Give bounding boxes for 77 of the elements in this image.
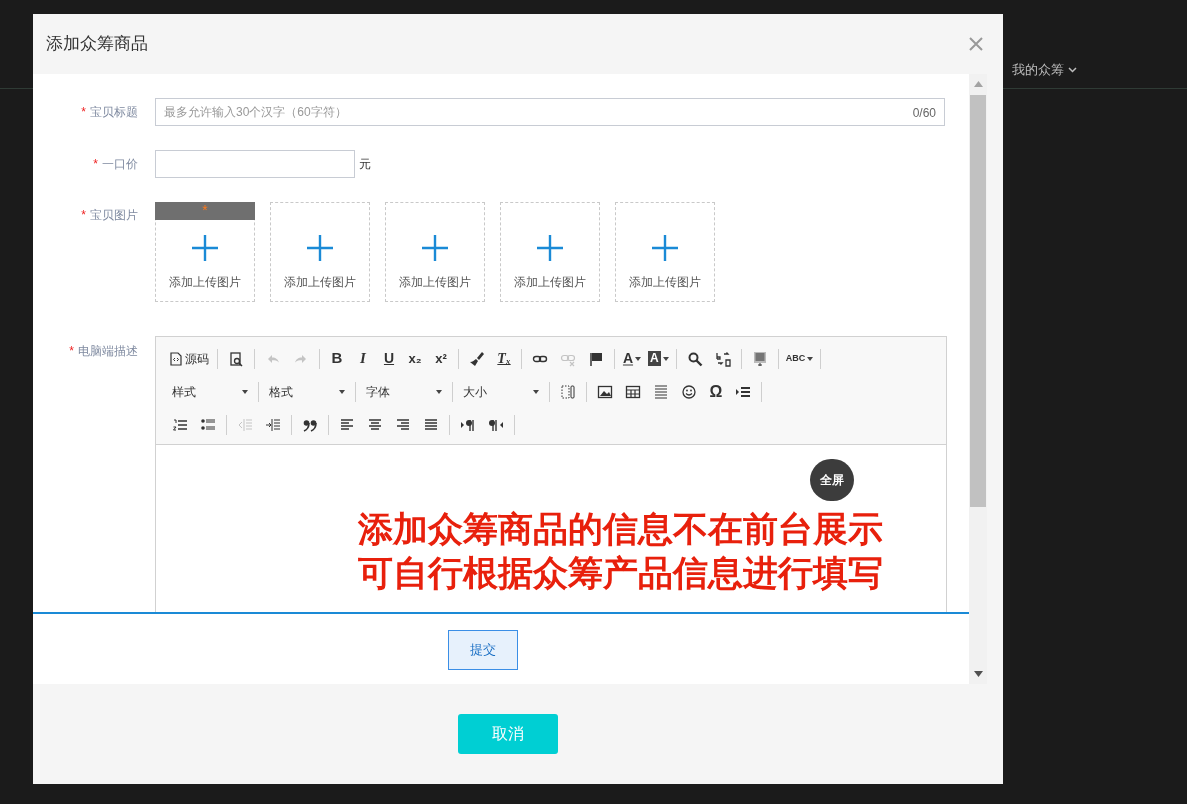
- align-right-icon[interactable]: [395, 416, 411, 433]
- align-left-icon[interactable]: [339, 416, 355, 433]
- field-label: 一口价: [102, 156, 138, 173]
- image-upload-slot[interactable]: 添加上传图片: [385, 202, 485, 302]
- special-character-button[interactable]: Ω: [703, 379, 729, 404]
- upload-label: 添加上传图片: [399, 274, 471, 291]
- scrollbar-thumb[interactable]: [970, 95, 986, 507]
- nav-item[interactable]: 我的众筹: [1012, 60, 1064, 80]
- fullscreen-button[interactable]: 全屏: [810, 459, 854, 501]
- numbered-list-icon[interactable]: [172, 416, 188, 433]
- caret-icon: [1068, 66, 1077, 73]
- bulleted-list-icon[interactable]: [200, 416, 216, 433]
- notice-text: 添加众筹商品的信息不在前台展示: [358, 508, 883, 550]
- plus-icon: [537, 235, 563, 261]
- image-upload-slot[interactable]: 添加上传图片: [500, 202, 600, 302]
- caret-icon: [242, 389, 248, 394]
- brush-icon[interactable]: [469, 350, 485, 367]
- bold-button[interactable]: B: [324, 346, 350, 371]
- upload-label: 添加上传图片: [169, 274, 241, 291]
- show-blocks-icon[interactable]: [560, 383, 576, 400]
- required-mark: *: [81, 207, 86, 224]
- toolbar-dropdown[interactable]: 大小: [457, 379, 545, 404]
- caret-icon: [635, 356, 642, 361]
- dialog-title: 添加众筹商品: [46, 33, 148, 56]
- italic-button[interactable]: I: [350, 346, 376, 371]
- field-label: 宝贝标题: [90, 104, 138, 121]
- plus-icon: [192, 235, 218, 261]
- source-button[interactable]: 源码: [166, 346, 213, 371]
- upload-label: 添加上传图片: [514, 274, 586, 291]
- superscript-button[interactable]: x²: [428, 346, 454, 371]
- replace-icon[interactable]: [714, 350, 731, 367]
- toolbar-dropdown[interactable]: 样式: [166, 379, 254, 404]
- price-input[interactable]: [155, 150, 355, 178]
- main-image-mark: *: [202, 202, 208, 220]
- close-icon[interactable]: [969, 37, 983, 51]
- image-icon[interactable]: [597, 383, 613, 400]
- smiley-icon[interactable]: [681, 383, 697, 400]
- field-label: 宝贝图片: [90, 207, 138, 224]
- unit-label: 元: [359, 156, 371, 173]
- text-color-button[interactable]: A: [619, 346, 645, 371]
- caret-icon: [339, 389, 345, 394]
- notice-text: 可自行根据众筹产品信息进行填写: [358, 552, 883, 594]
- clear-format-button[interactable]: Tₓ: [491, 346, 517, 371]
- scrollbar[interactable]: [969, 74, 987, 684]
- plus-icon: [307, 235, 333, 261]
- spellcheck-button[interactable]: ABC: [782, 346, 817, 371]
- subscript-button[interactable]: x₂: [402, 346, 428, 371]
- justify-icon[interactable]: [423, 416, 439, 433]
- search-icon[interactable]: [686, 350, 703, 367]
- required-mark: *: [69, 343, 74, 360]
- scroll-down-icon[interactable]: [973, 671, 983, 677]
- image-upload-slot[interactable]: 添加上传图片: [615, 202, 715, 302]
- upload-label: 添加上传图片: [629, 274, 701, 291]
- toolbar-dropdown[interactable]: 格式: [263, 379, 351, 404]
- image-upload-slot[interactable]: 添加上传图片: [270, 202, 370, 302]
- character-counter: 0/60: [912, 105, 936, 122]
- plus-icon: [652, 235, 678, 261]
- caret-icon: [662, 356, 669, 361]
- toolbar-dropdown[interactable]: 字体: [360, 379, 448, 404]
- caret-icon: [533, 389, 539, 394]
- field-label: 电脑端描述: [78, 343, 138, 360]
- background-color-button[interactable]: A: [645, 346, 672, 371]
- preview-icon[interactable]: [228, 350, 244, 367]
- caret-icon: [807, 356, 814, 361]
- upload-label: 添加上传图片: [284, 274, 356, 291]
- required-mark: *: [81, 104, 86, 121]
- horizontal-rule-icon[interactable]: [653, 383, 669, 400]
- plus-icon: [422, 235, 448, 261]
- submit-button[interactable]: 提交: [448, 630, 518, 670]
- caret-icon: [436, 389, 442, 394]
- required-mark: *: [93, 156, 98, 173]
- align-center-icon[interactable]: [367, 416, 383, 433]
- indent-icon[interactable]: [265, 416, 281, 433]
- underline-button[interactable]: U: [376, 346, 402, 371]
- image-upload-slot[interactable]: * 添加上传图片: [155, 202, 255, 302]
- flag-icon[interactable]: [588, 350, 604, 367]
- table-icon[interactable]: [625, 383, 641, 400]
